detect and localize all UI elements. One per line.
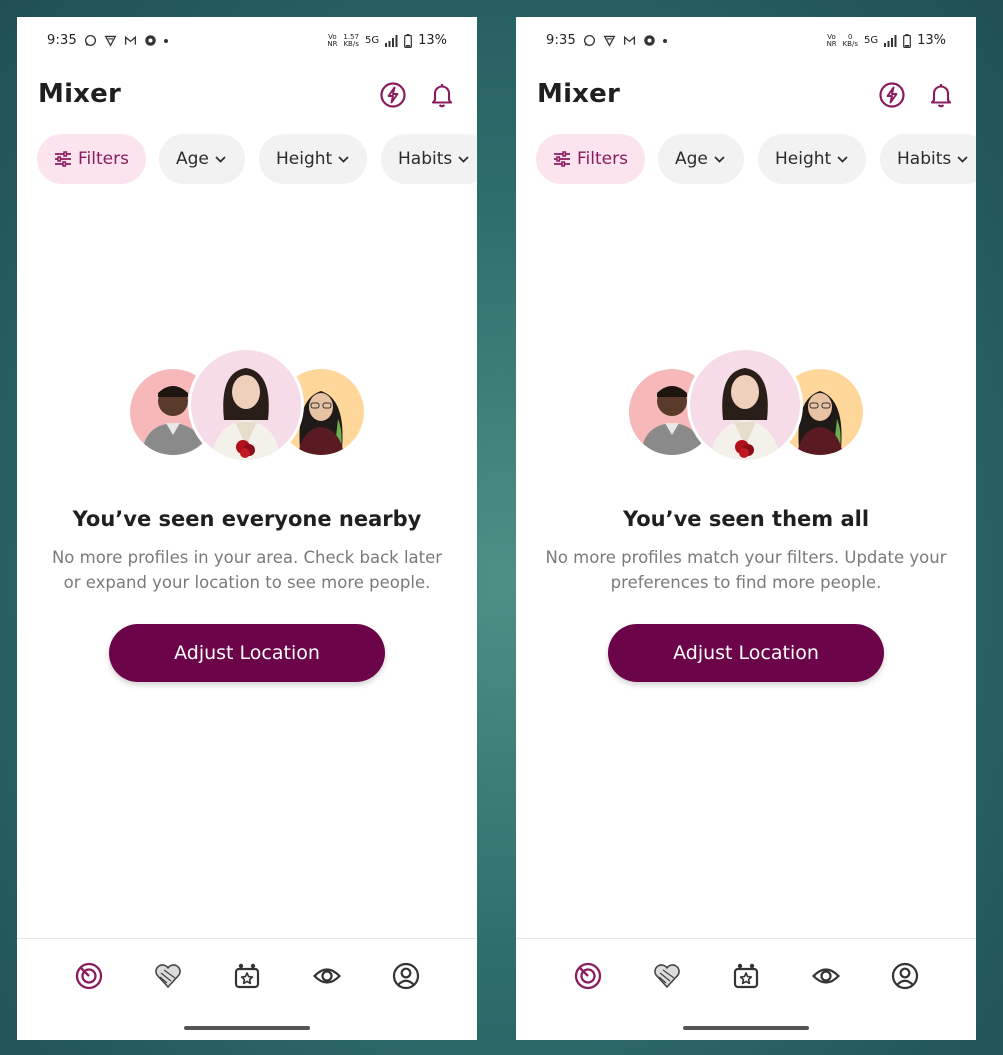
- chevron-down-icon: [338, 155, 349, 163]
- battery-icon: [404, 33, 412, 48]
- empty-state-title: You’ve seen everyone nearby: [72, 507, 422, 531]
- gmail-icon: [623, 35, 636, 45]
- speed-indicator: 0 KB/s: [842, 33, 858, 48]
- discover-icon[interactable]: [74, 961, 104, 991]
- status-bar: 9:35 Vo NR 1.57 KB/s 5G 13%: [17, 31, 477, 53]
- filters-chip[interactable]: Filters: [37, 134, 146, 184]
- home-indicator: [184, 1026, 310, 1030]
- profile-icon[interactable]: [890, 961, 920, 991]
- age-chip[interactable]: Age: [658, 134, 744, 184]
- sliders-icon: [554, 151, 570, 167]
- filters-chip-label: Filters: [78, 149, 129, 169]
- age-chip[interactable]: Age: [159, 134, 245, 184]
- app-icon: [145, 35, 156, 46]
- empty-state-title: You’ve seen them all: [622, 507, 870, 531]
- speed-unit: KB/s: [842, 39, 858, 48]
- vonr-label: Vo NR: [826, 32, 837, 48]
- age-chip-label: Age: [675, 149, 708, 169]
- mixer-icon[interactable]: [731, 961, 761, 991]
- sliders-icon: [55, 151, 71, 167]
- chevron-down-icon: [837, 155, 848, 163]
- likes-icon[interactable]: [153, 961, 183, 991]
- bolt-icon[interactable]: [379, 81, 407, 109]
- status-time: 9:35: [47, 33, 77, 48]
- page-title: Mixer: [38, 79, 122, 109]
- status-time: 9:35: [546, 33, 576, 48]
- profile-avatars: [629, 347, 869, 467]
- battery-percent: 13%: [418, 33, 447, 48]
- bottom-nav: [516, 938, 976, 1040]
- phone-screen-right: 9:35 Vo NR 0 KB/s 5G 13% Mixer Filters A…: [516, 17, 976, 1040]
- battery-icon: [903, 33, 911, 48]
- whatsapp-icon: [84, 34, 97, 47]
- height-chip-label: Height: [775, 149, 832, 169]
- avatar: [188, 347, 304, 463]
- bell-icon[interactable]: [428, 81, 456, 109]
- height-chip-label: Height: [276, 149, 333, 169]
- page-title: Mixer: [537, 79, 621, 109]
- home-indicator: [683, 1026, 809, 1030]
- vpn-icon: [104, 35, 117, 47]
- age-chip-label: Age: [176, 149, 209, 169]
- chevron-down-icon: [714, 155, 725, 163]
- adjust-location-button[interactable]: Adjust Location: [608, 624, 884, 682]
- bell-icon[interactable]: [927, 81, 955, 109]
- likes-icon[interactable]: [652, 961, 682, 991]
- gmail-icon: [124, 35, 137, 45]
- habits-chip[interactable]: Habits: [381, 134, 477, 184]
- height-chip[interactable]: Height: [259, 134, 367, 184]
- notification-dot: [164, 38, 168, 43]
- adjust-location-button[interactable]: Adjust Location: [109, 624, 385, 682]
- speed-indicator: 1.57 KB/s: [343, 33, 359, 48]
- views-icon[interactable]: [811, 961, 841, 991]
- bottom-nav: [17, 938, 477, 1040]
- height-chip[interactable]: Height: [758, 134, 866, 184]
- chevron-down-icon: [458, 155, 469, 163]
- network-type: 5G: [863, 35, 879, 46]
- chevron-down-icon: [957, 155, 968, 163]
- status-bar: 9:35 Vo NR 0 KB/s 5G 13%: [516, 31, 976, 53]
- app-icon: [644, 35, 655, 46]
- filters-chip-label: Filters: [577, 149, 628, 169]
- whatsapp-icon: [583, 34, 596, 47]
- habits-chip[interactable]: Habits: [880, 134, 976, 184]
- profile-avatars: [130, 347, 370, 467]
- signal-icon: [884, 34, 897, 47]
- speed-unit: KB/s: [343, 39, 359, 48]
- avatar: [687, 347, 803, 463]
- vonr-label: Vo NR: [327, 32, 338, 48]
- views-icon[interactable]: [312, 961, 342, 991]
- filters-chip[interactable]: Filters: [536, 134, 645, 184]
- phone-screen-left: 9:35 Vo NR 1.57 KB/s 5G 13% Mixer Filter…: [17, 17, 477, 1040]
- empty-state-body: No more profiles in your area. Check bac…: [51, 548, 443, 592]
- discover-icon[interactable]: [573, 961, 603, 991]
- signal-icon: [385, 34, 398, 47]
- battery-percent: 13%: [917, 33, 946, 48]
- empty-state-body: No more profiles match your filters. Upd…: [545, 548, 947, 592]
- network-type: 5G: [364, 35, 380, 46]
- bolt-icon[interactable]: [878, 81, 906, 109]
- vpn-icon: [603, 35, 616, 47]
- notification-dot: [663, 38, 667, 43]
- profile-icon[interactable]: [391, 961, 421, 991]
- mixer-icon[interactable]: [232, 961, 262, 991]
- habits-chip-label: Habits: [897, 149, 952, 169]
- habits-chip-label: Habits: [398, 149, 453, 169]
- chevron-down-icon: [215, 155, 226, 163]
